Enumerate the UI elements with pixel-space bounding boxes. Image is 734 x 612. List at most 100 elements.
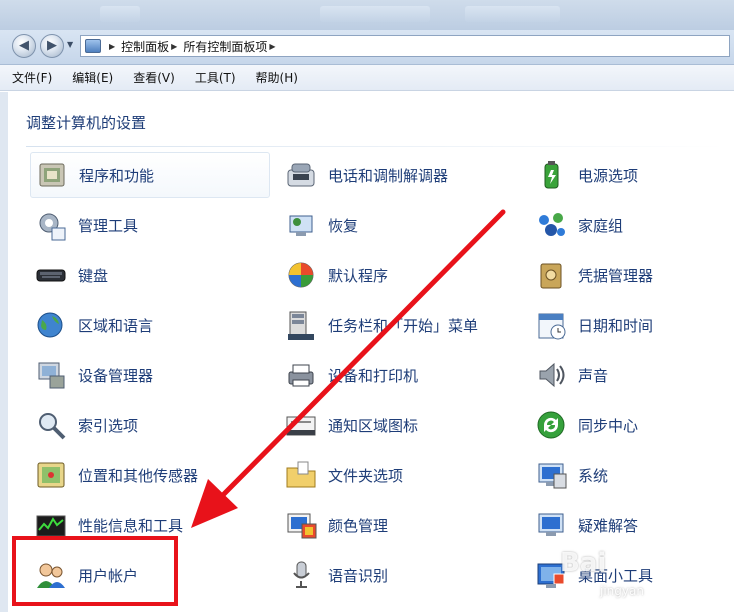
- control-panel-content: 调整计算机的设置 程序和功能 电话和调制解调器 电源选项管理工具 恢复 家庭组键盘 默认程…: [0, 92, 734, 612]
- breadcrumb-control-panel[interactable]: 控制面板: [121, 38, 169, 55]
- control-panel-item[interactable]: 电源选项: [530, 152, 734, 198]
- homegroup-icon: [534, 208, 568, 242]
- control-panel-item[interactable]: 任务栏和「开始」菜单: [280, 302, 520, 348]
- color-management-icon: [284, 508, 318, 542]
- credential-manager-icon: [534, 258, 568, 292]
- recent-pages-dropdown-icon[interactable]: ▼: [67, 40, 73, 49]
- control-panel-item[interactable]: 默认程序: [280, 252, 520, 298]
- notification-area-icon: [284, 408, 318, 442]
- power-options-icon: [534, 158, 568, 192]
- item-label[interactable]: 恢复: [328, 215, 358, 236]
- control-panel-item[interactable]: 索引选项: [30, 402, 270, 448]
- admin-tools-icon: [34, 208, 68, 242]
- page-title: 调整计算机的设置: [26, 114, 147, 132]
- back-button[interactable]: ◀: [12, 34, 36, 58]
- title-bar: [0, 0, 734, 30]
- navigation-bar: ◀ ▶ ▼ ▶ 控制面板 ▶ 所有控制面板项 ▶: [0, 30, 734, 65]
- control-panel-item[interactable]: 通知区域图标: [280, 402, 520, 448]
- item-label[interactable]: 电话和调制解调器: [328, 165, 448, 186]
- item-label[interactable]: 日期和时间: [578, 315, 653, 336]
- control-panel-item[interactable]: 设备管理器: [30, 352, 270, 398]
- control-panel-item[interactable]: 区域和语言: [30, 302, 270, 348]
- control-panel-item[interactable]: 凭据管理器: [530, 252, 734, 298]
- control-panel-item[interactable]: 疑难解答: [530, 502, 734, 548]
- blurred-title: [100, 6, 140, 22]
- chevron-right-icon[interactable]: ▶: [171, 42, 177, 51]
- control-panel-item[interactable]: 设备和打印机: [280, 352, 520, 398]
- control-panel-item[interactable]: 管理工具: [30, 202, 270, 248]
- item-label[interactable]: 家庭组: [578, 215, 623, 236]
- troubleshooting-icon: [534, 508, 568, 542]
- folder-options-icon: [284, 458, 318, 492]
- control-panel-item[interactable]: 家庭组: [530, 202, 734, 248]
- control-panel-item[interactable]: 文件夹选项: [280, 452, 520, 498]
- address-bar[interactable]: ▶ 控制面板 ▶ 所有控制面板项 ▶: [80, 35, 730, 57]
- chevron-right-icon[interactable]: ▶: [269, 42, 275, 51]
- item-label[interactable]: 电源选项: [578, 165, 638, 186]
- item-label[interactable]: 语音识别: [328, 565, 388, 586]
- control-panel-item[interactable]: 日期和时间: [530, 302, 734, 348]
- menu-file[interactable]: 文件(F): [12, 69, 52, 86]
- item-label[interactable]: 位置和其他传感器: [78, 465, 198, 486]
- watermark-text: jingyan: [600, 584, 644, 598]
- location-sensors-icon: [34, 458, 68, 492]
- item-label[interactable]: 区域和语言: [78, 315, 153, 336]
- item-label[interactable]: 键盘: [78, 265, 108, 286]
- item-label[interactable]: 程序和功能: [79, 165, 154, 186]
- devices-printers-icon: [284, 358, 318, 392]
- speech-recognition-icon: [284, 558, 318, 592]
- chevron-right-icon[interactable]: ▶: [109, 42, 115, 51]
- indexing-options-icon: [34, 408, 68, 442]
- divider: [26, 146, 726, 147]
- control-panel-item[interactable]: 系统: [530, 452, 734, 498]
- item-label[interactable]: 同步中心: [578, 415, 638, 436]
- date-time-icon: [534, 308, 568, 342]
- device-manager-icon: [34, 358, 68, 392]
- menu-bar: 文件(F) 编辑(E) 查看(V) 工具(T) 帮助(H): [0, 65, 734, 91]
- item-label[interactable]: 任务栏和「开始」菜单: [328, 315, 478, 336]
- item-label[interactable]: 默认程序: [328, 265, 388, 286]
- blurred-tab: [465, 6, 560, 22]
- highlight-box: [12, 536, 178, 606]
- item-label[interactable]: 设备和打印机: [328, 365, 418, 386]
- control-panel-item[interactable]: 声音: [530, 352, 734, 398]
- item-label[interactable]: 通知区域图标: [328, 415, 418, 436]
- control-panel-item[interactable]: 位置和其他传感器: [30, 452, 270, 498]
- item-label[interactable]: 管理工具: [78, 215, 138, 236]
- control-panel-icon: [85, 39, 101, 53]
- menu-help[interactable]: 帮助(H): [256, 69, 298, 86]
- control-panel-item[interactable]: 电话和调制解调器: [280, 152, 520, 198]
- menu-tools[interactable]: 工具(T): [195, 69, 236, 86]
- control-panel-item[interactable]: 颜色管理: [280, 502, 520, 548]
- sync-center-icon: [534, 408, 568, 442]
- recovery-icon: [284, 208, 318, 242]
- control-panel-item[interactable]: 恢复: [280, 202, 520, 248]
- blurred-tab: [320, 6, 430, 22]
- control-panel-item[interactable]: 同步中心: [530, 402, 734, 448]
- default-programs-icon: [284, 258, 318, 292]
- item-label[interactable]: 性能信息和工具: [78, 515, 183, 536]
- keyboard-icon: [34, 258, 68, 292]
- item-label[interactable]: 疑难解答: [578, 515, 638, 536]
- programs-features-icon: [35, 158, 69, 192]
- item-label[interactable]: 索引选项: [78, 415, 138, 436]
- system-icon: [534, 458, 568, 492]
- item-label[interactable]: 系统: [578, 465, 608, 486]
- breadcrumb-all-items[interactable]: 所有控制面板项: [183, 38, 267, 55]
- item-label[interactable]: 声音: [578, 365, 608, 386]
- item-label[interactable]: 设备管理器: [78, 365, 153, 386]
- item-label[interactable]: 凭据管理器: [578, 265, 653, 286]
- taskbar-start-icon: [284, 308, 318, 342]
- menu-edit[interactable]: 编辑(E): [72, 69, 113, 86]
- region-language-icon: [34, 308, 68, 342]
- item-label[interactable]: 文件夹选项: [328, 465, 403, 486]
- phone-modem-icon: [284, 158, 318, 192]
- control-panel-item[interactable]: 程序和功能: [30, 152, 270, 198]
- control-panel-item[interactable]: 键盘: [30, 252, 270, 298]
- item-label[interactable]: 颜色管理: [328, 515, 388, 536]
- control-panel-item[interactable]: 语音识别: [280, 552, 520, 598]
- watermark-logo: Bai: [560, 548, 607, 578]
- sound-icon: [534, 358, 568, 392]
- forward-button[interactable]: ▶: [40, 34, 64, 58]
- menu-view[interactable]: 查看(V): [133, 69, 175, 86]
